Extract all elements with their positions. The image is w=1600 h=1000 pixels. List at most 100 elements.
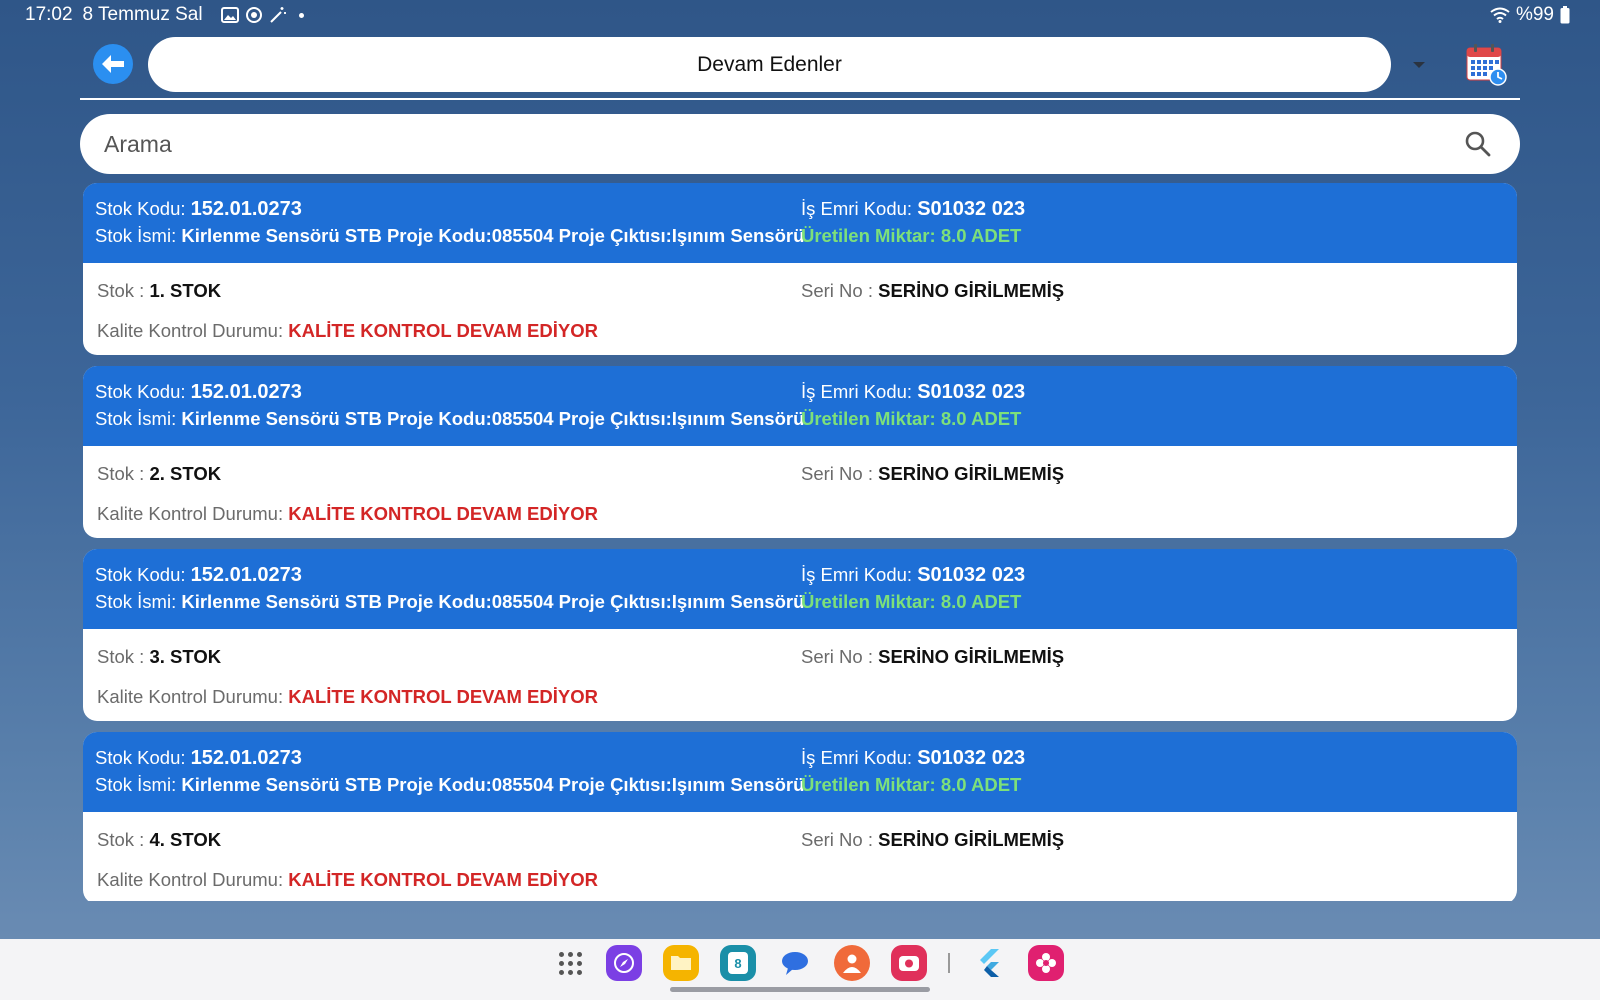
flower-glyph-icon xyxy=(1036,953,1056,973)
calendar-day-label: 8 xyxy=(728,952,748,974)
chevron-down-icon[interactable] xyxy=(1413,62,1425,68)
work-order-card[interactable]: Stok Kodu: 152.01.0273 Stok İsmi: Kirlen… xyxy=(83,366,1517,538)
back-button[interactable] xyxy=(93,44,133,84)
stock-row: Stok : 4. STOK xyxy=(97,829,221,851)
quality-status-label: Kalite Kontrol Durumu: xyxy=(97,320,284,341)
camera-glyph-icon xyxy=(899,956,919,971)
files-icon[interactable] xyxy=(663,945,699,981)
serial-no-label: Seri No : xyxy=(801,829,873,850)
flutter-glyph-icon xyxy=(980,949,999,977)
search-input[interactable] xyxy=(104,114,1404,174)
stock-name-row: Stok İsmi: Kirlenme Sensörü STB Proje Ko… xyxy=(95,591,804,613)
stock-name-label: Stok İsmi: xyxy=(95,774,177,795)
quality-status-row: Kalite Kontrol Durumu: KALİTE KONTROL DE… xyxy=(97,503,598,525)
stock-value: 4. STOK xyxy=(149,829,222,850)
work-order-card[interactable]: Stok Kodu: 152.01.0273 Stok İsmi: Kirlen… xyxy=(83,183,1517,355)
status-right: %99 xyxy=(1490,4,1570,26)
quality-status-row: Kalite Kontrol Durumu: KALİTE KONTROL DE… xyxy=(97,686,598,708)
more-notifications-dot-icon xyxy=(298,12,304,18)
quality-status-label: Kalite Kontrol Durumu: xyxy=(97,503,284,524)
serial-no-row: Seri No : SERİNO GİRİLMEMİŞ xyxy=(801,829,1064,851)
calendar-button[interactable] xyxy=(1465,42,1507,86)
stock-label: Stok : xyxy=(97,280,145,301)
wifi-icon xyxy=(1490,7,1510,23)
serial-no-row: Seri No : SERİNO GİRİLMEMİŞ xyxy=(801,280,1064,302)
serial-no-value: SERİNO GİRİLMEMİŞ xyxy=(878,280,1065,301)
page-title: Devam Edenler xyxy=(697,52,842,76)
header-divider xyxy=(80,98,1520,100)
quality-status-value: KALİTE KONTROL DEVAM EDİYOR xyxy=(288,503,598,524)
home-indicator[interactable] xyxy=(670,987,930,992)
card-header: Stok Kodu: 152.01.0273 Stok İsmi: Kirlen… xyxy=(83,183,1517,263)
stock-code-value: 152.01.0273 xyxy=(190,198,302,220)
stock-row: Stok : 2. STOK xyxy=(97,463,221,485)
stock-name-row: Stok İsmi: Kirlenme Sensörü STB Proje Ko… xyxy=(95,774,804,796)
stock-value: 1. STOK xyxy=(149,280,222,301)
produced-quantity-value: 8.0 ADET xyxy=(940,225,1022,246)
serial-no-row: Seri No : SERİNO GİRİLMEMİŞ xyxy=(801,463,1064,485)
sync-icon xyxy=(245,7,262,23)
produced-quantity-row: Üretilen Miktar: 8.0 ADET xyxy=(801,591,1021,613)
serial-no-value: SERİNO GİRİLMEMİŞ xyxy=(878,646,1065,667)
stock-label: Stok : xyxy=(97,829,145,850)
browser-icon[interactable] xyxy=(606,945,642,981)
contacts-icon[interactable] xyxy=(834,945,870,981)
messages-icon[interactable] xyxy=(777,945,813,981)
produced-quantity-value: 8.0 ADET xyxy=(940,408,1022,429)
produced-quantity-label: Üretilen Miktar: xyxy=(801,408,936,429)
stock-name-label: Stok İsmi: xyxy=(95,408,177,429)
quality-status-value: KALİTE KONTROL DEVAM EDİYOR xyxy=(288,869,598,890)
card-body: Stok : 2. STOK Seri No : SERİNO GİRİLMEM… xyxy=(83,446,1517,538)
serial-no-value: SERİNO GİRİLMEMİŞ xyxy=(878,829,1065,850)
stock-name-value: Kirlenme Sensörü STB Proje Kodu:085504 P… xyxy=(181,591,805,612)
search-bar[interactable] xyxy=(80,114,1520,174)
work-order-code-label: İş Emri Kodu: xyxy=(801,198,913,219)
stock-name-value: Kirlenme Sensörü STB Proje Kodu:085504 P… xyxy=(181,225,805,246)
calendar-app-icon[interactable]: 8 xyxy=(720,945,756,981)
stock-name-value: Kirlenme Sensörü STB Proje Kodu:085504 P… xyxy=(181,408,805,429)
stock-code-label: Stok Kodu: xyxy=(95,564,186,585)
serial-no-row: Seri No : SERİNO GİRİLMEMİŞ xyxy=(801,646,1064,668)
chat-bubble-icon xyxy=(782,952,808,975)
card-body: Stok : 1. STOK Seri No : SERİNO GİRİLMEM… xyxy=(83,263,1517,355)
card-body: Stok : 3. STOK Seri No : SERİNO GİRİLMEM… xyxy=(83,629,1517,721)
work-order-code-value: S01032 023 xyxy=(917,198,1026,220)
search-icon[interactable] xyxy=(1464,130,1492,158)
quality-status-label: Kalite Kontrol Durumu: xyxy=(97,686,284,707)
stock-row: Stok : 1. STOK xyxy=(97,280,221,302)
card-body: Stok : 4. STOK Seri No : SERİNO GİRİLMEM… xyxy=(83,812,1517,901)
app-drawer-icon[interactable] xyxy=(555,945,585,981)
page-title-selector[interactable]: Devam Edenler xyxy=(148,37,1391,92)
work-order-code-label: İş Emri Kodu: xyxy=(801,381,913,402)
stock-name-row: Stok İsmi: Kirlenme Sensörü STB Proje Ko… xyxy=(95,225,804,247)
serial-no-label: Seri No : xyxy=(801,280,873,301)
stock-name-row: Stok İsmi: Kirlenme Sensörü STB Proje Ko… xyxy=(95,408,804,430)
screen-recorder-icon[interactable] xyxy=(891,945,927,981)
blossom-app-icon[interactable] xyxy=(1028,945,1064,981)
dock-apps: 8 xyxy=(555,945,1064,981)
work-order-code-value: S01032 023 xyxy=(917,564,1026,586)
card-header: Stok Kodu: 152.01.0273 Stok İsmi: Kirlen… xyxy=(83,732,1517,812)
back-arrow-icon xyxy=(102,55,124,73)
serial-no-label: Seri No : xyxy=(801,463,873,484)
work-order-list: Stok Kodu: 152.01.0273 Stok İsmi: Kirlen… xyxy=(83,183,1517,901)
flutter-icon[interactable] xyxy=(971,945,1007,981)
stock-code-value: 152.01.0273 xyxy=(190,564,302,586)
stock-label: Stok : xyxy=(97,463,145,484)
work-order-code-row: İş Emri Kodu: S01032 023 xyxy=(801,198,1025,221)
stock-code-value: 152.01.0273 xyxy=(190,381,302,403)
stock-code-row: Stok Kodu: 152.01.0273 xyxy=(95,381,302,404)
work-order-card[interactable]: Stok Kodu: 152.01.0273 Stok İsmi: Kirlen… xyxy=(83,732,1517,901)
status-date: 8 Temmuz Sal xyxy=(82,4,203,25)
work-order-card[interactable]: Stok Kodu: 152.01.0273 Stok İsmi: Kirlen… xyxy=(83,549,1517,721)
battery-icon xyxy=(1560,6,1570,24)
work-order-code-label: İş Emri Kodu: xyxy=(801,747,913,768)
produced-quantity-label: Üretilen Miktar: xyxy=(801,591,936,612)
stock-code-row: Stok Kodu: 152.01.0273 xyxy=(95,564,302,587)
stock-name-label: Stok İsmi: xyxy=(95,225,177,246)
card-header: Stok Kodu: 152.01.0273 Stok İsmi: Kirlen… xyxy=(83,366,1517,446)
work-order-code-value: S01032 023 xyxy=(917,747,1026,769)
produced-quantity-label: Üretilen Miktar: xyxy=(801,225,936,246)
work-order-code-label: İş Emri Kodu: xyxy=(801,564,913,585)
battery-percent: %99 xyxy=(1515,4,1554,25)
